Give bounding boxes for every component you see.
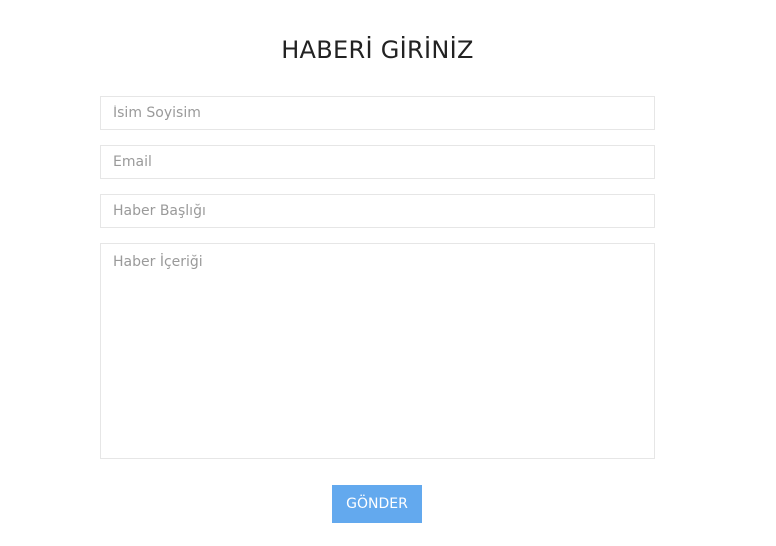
email-input[interactable]: [100, 145, 655, 179]
submit-button[interactable]: GÖNDER: [332, 485, 422, 523]
page-title: HABERİ GİRİNİZ: [281, 36, 474, 64]
name-surname-input[interactable]: [100, 96, 655, 130]
news-title-input[interactable]: [100, 194, 655, 228]
news-content-textarea[interactable]: [100, 243, 655, 459]
